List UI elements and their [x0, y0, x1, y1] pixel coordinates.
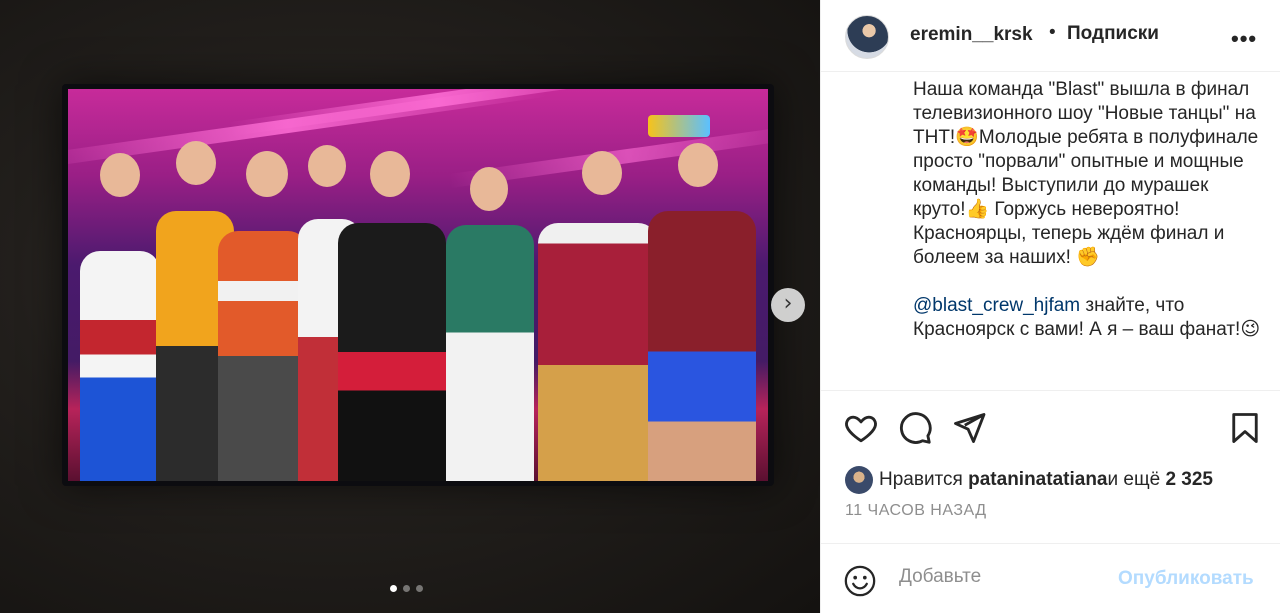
comment-icon[interactable]	[897, 410, 933, 446]
likes-prefix: Нравится	[879, 469, 963, 490]
carousel-dot	[403, 585, 410, 592]
likes-count-link[interactable]: 2 325	[1165, 469, 1213, 491]
post-media: ›	[0, 0, 820, 613]
tv-photo	[62, 84, 774, 486]
carousel-next-button[interactable]: ›	[771, 288, 805, 322]
more-options-icon[interactable]: •••	[1231, 26, 1257, 52]
username-link[interactable]: eremin__krsk	[910, 24, 1033, 46]
caption-mention-paragraph: @blast_crew_hjfam знайте, что Красноярск…	[913, 294, 1263, 342]
carousel-dot	[416, 585, 423, 592]
post-side-panel: eremin__krsk • Подписки ••• Наша команда…	[820, 0, 1280, 613]
mention-link[interactable]: @blast_crew_hjfam	[913, 295, 1080, 316]
likes-middle: и ещё	[1107, 469, 1161, 490]
comment-input[interactable]	[899, 566, 1109, 588]
chevron-right-icon: ›	[783, 291, 793, 316]
bookmark-icon[interactable]	[1227, 410, 1263, 446]
caption-text: Наша команда "Blast" вышла в финал телев…	[913, 79, 1259, 268]
heart-icon[interactable]	[843, 410, 879, 446]
action-bar	[843, 410, 1263, 446]
liker-username-link[interactable]: pataninatatiana	[968, 469, 1107, 491]
publish-button[interactable]: Опубликовать	[1118, 568, 1254, 590]
divider	[821, 390, 1280, 391]
separator-dot: •	[1049, 22, 1056, 43]
tv-channel-logo	[648, 115, 710, 137]
post-caption: Наша команда "Blast" вышла в финал телев…	[913, 78, 1263, 384]
post-header: eremin__krsk • Подписки •••	[821, 0, 1280, 72]
avatar[interactable]	[845, 15, 889, 59]
post-timestamp[interactable]: 11 ЧАСОВ НАЗАД	[845, 502, 987, 520]
smiley-icon[interactable]	[843, 564, 877, 598]
carousel-indicator	[390, 585, 423, 592]
tv-screen-image	[68, 89, 768, 481]
send-icon[interactable]	[951, 410, 987, 446]
likes-summary: Нравится pataninatatiana и ещё 2 325	[845, 466, 1213, 494]
comment-bar: Опубликовать	[821, 543, 1280, 613]
carousel-dot	[390, 585, 397, 592]
liker-avatar[interactable]	[845, 466, 873, 494]
following-button[interactable]: Подписки	[1067, 23, 1159, 45]
